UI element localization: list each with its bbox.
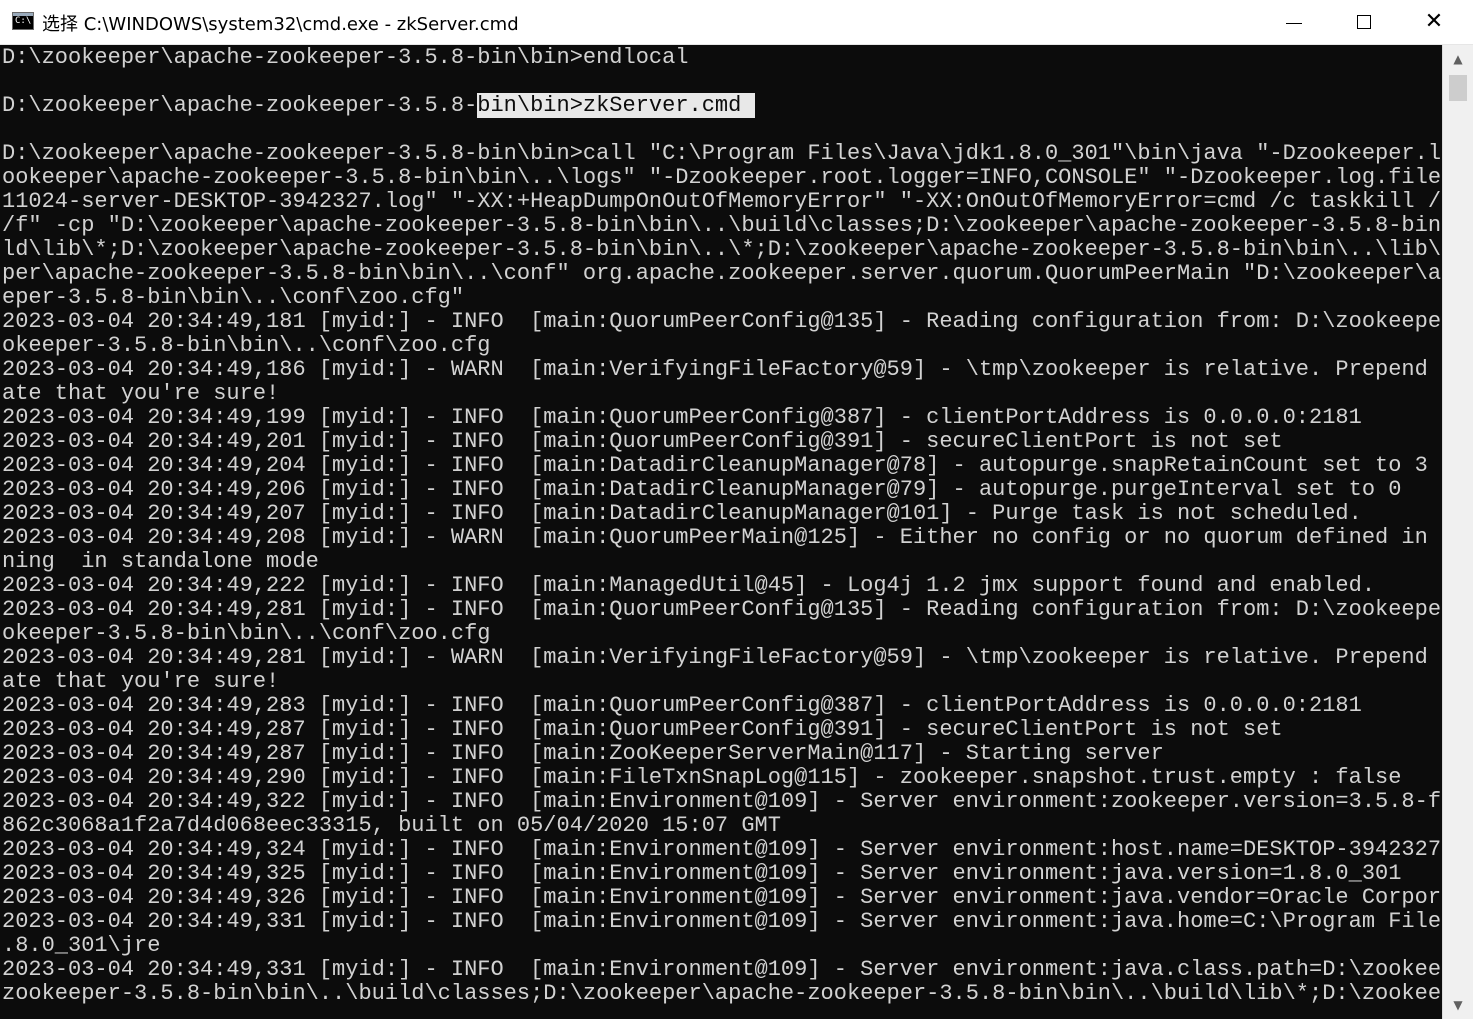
console-line: 2023-03-04 20:34:49,199 [myid:] - INFO [… — [2, 405, 1362, 430]
console-line: 2023-03-04 20:34:49,281 [myid:] - INFO [… — [2, 597, 1442, 622]
cmd-icon[interactable]: C:\ — [12, 12, 34, 30]
scrollbar-thumb[interactable] — [1449, 75, 1467, 101]
console-line: /f" -cp "D:\zookeeper\apache-zookeeper-3… — [2, 213, 1442, 238]
scroll-up-button[interactable]: ▲ — [1443, 45, 1473, 73]
console-line: D:\zookeeper\apache-zookeeper-3.5.8-bin\… — [2, 93, 1442, 118]
console-line: okeeper-3.5.8-bin\bin\..\conf\zoo.cfg — [2, 333, 491, 358]
console-line: ld\lib\*;D:\zookeeper\apache-zookeeper-3… — [2, 237, 1442, 262]
console-line: 862c3068a1f2a7d4d068eec33315, built on 0… — [2, 813, 781, 838]
maximize-button[interactable] — [1329, 0, 1399, 44]
console-line: 2023-03-04 20:34:49,287 [myid:] - INFO [… — [2, 717, 1283, 742]
console-line: eper-3.5.8-bin\bin\..\conf\zoo.cfg" — [2, 285, 465, 310]
console-line: 2023-03-04 20:34:49,206 [myid:] - INFO [… — [2, 477, 1402, 502]
console-line: 2023-03-04 20:34:49,290 [myid:] - INFO [… — [2, 765, 1402, 790]
console-line: 2023-03-04 20:34:49,331 [myid:] - INFO [… — [2, 957, 1442, 982]
console-line: 2023-03-04 20:34:49,208 [myid:] - WARN [… — [2, 525, 1442, 550]
console-line: 2023-03-04 20:34:49,204 [myid:] - INFO [… — [2, 453, 1428, 478]
console-line: 2023-03-04 20:34:49,331 [myid:] - INFO [… — [2, 909, 1442, 934]
console-line: 2023-03-04 20:34:49,326 [myid:] - INFO [… — [2, 885, 1442, 910]
console-output[interactable]: D:\zookeeper\apache-zookeeper-3.5.8-bin\… — [0, 45, 1442, 1019]
console-line: 2023-03-04 20:34:49,324 [myid:] - INFO [… — [2, 837, 1442, 862]
console-line: ate that you're sure! — [2, 669, 280, 694]
minimize-icon — [1286, 22, 1302, 24]
chevron-up-icon: ▲ — [1453, 52, 1463, 66]
selected-text: bin\bin>zkServer.cmd — [477, 93, 755, 118]
console-line: ookeeper\apache-zookeeper-3.5.8-bin\bin\… — [2, 165, 1442, 190]
console-lines: D:\zookeeper\apache-zookeeper-3.5.8-bin\… — [2, 46, 1442, 1006]
scroll-down-button[interactable]: ▼ — [1443, 991, 1473, 1019]
console-line: 2023-03-04 20:34:49,281 [myid:] - WARN [… — [2, 645, 1442, 670]
console-line: 2023-03-04 20:34:49,186 [myid:] - WARN [… — [2, 357, 1442, 382]
console-line: 2023-03-04 20:34:49,325 [myid:] - INFO [… — [2, 861, 1402, 886]
console-line: ate that you're sure! — [2, 381, 280, 406]
window-title: 选择 C:\WINDOWS\system32\cmd.exe - zkServe… — [42, 14, 519, 35]
console-line: zookeeper-3.5.8-bin\bin\..\build\classes… — [2, 981, 1442, 1006]
console-line: .8.0_301\jre — [2, 933, 161, 958]
console-line: 2023-03-04 20:34:49,222 [myid:] - INFO [… — [2, 573, 1376, 598]
vertical-scrollbar[interactable]: ▲ ▼ — [1442, 45, 1473, 1019]
console-line: 11024-server-DESKTOP-3942327.log" "-XX:+… — [2, 189, 1442, 214]
console-line: okeeper-3.5.8-bin\bin\..\conf\zoo.cfg — [2, 621, 491, 646]
console-line: 2023-03-04 20:34:49,283 [myid:] - INFO [… — [2, 693, 1362, 718]
console-line: 2023-03-04 20:34:49,287 [myid:] - INFO [… — [2, 741, 1164, 766]
chevron-down-icon: ▼ — [1453, 998, 1463, 1012]
console-line: 2023-03-04 20:34:49,181 [myid:] - INFO [… — [2, 309, 1442, 334]
title-bar[interactable]: C:\ 选择 C:\WINDOWS\system32\cmd.exe - zkS… — [0, 0, 1473, 45]
console-line: D:\zookeeper\apache-zookeeper-3.5.8-bin\… — [2, 45, 689, 70]
console-line-text: D:\zookeeper\apache-zookeeper-3.5.8- — [2, 93, 478, 118]
close-icon: ✕ — [1424, 9, 1444, 34]
close-button[interactable]: ✕ — [1399, 0, 1469, 44]
maximize-icon — [1357, 15, 1371, 29]
console-line: per\apache-zookeeper-3.5.8-bin\bin\..\co… — [2, 261, 1442, 286]
console-line: 2023-03-04 20:34:49,201 [myid:] - INFO [… — [2, 429, 1283, 454]
console-line: 2023-03-04 20:34:49,207 [myid:] - INFO [… — [2, 501, 1362, 526]
console-line: 2023-03-04 20:34:49,322 [myid:] - INFO [… — [2, 789, 1442, 814]
console-line: D:\zookeeper\apache-zookeeper-3.5.8-bin\… — [2, 141, 1442, 166]
console-line: ning in standalone mode — [2, 549, 319, 574]
minimize-button[interactable] — [1259, 0, 1329, 44]
